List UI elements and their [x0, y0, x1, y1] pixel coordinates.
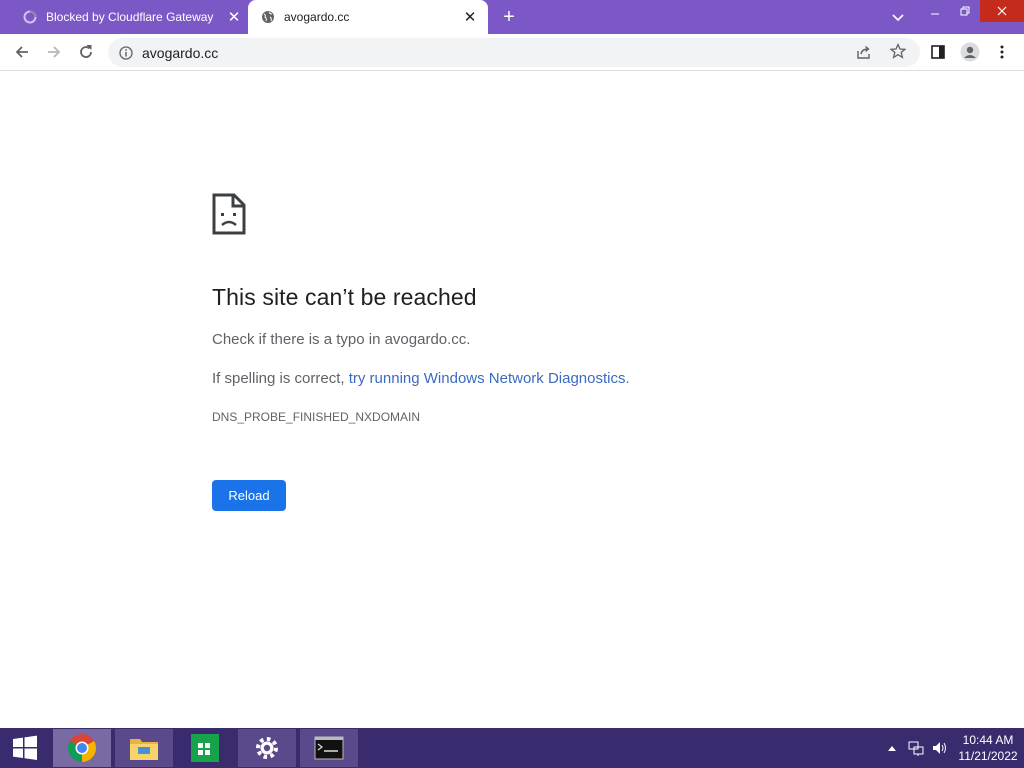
address-text: avogardo.cc: [142, 44, 219, 61]
window-controls: [920, 0, 1024, 24]
error-suggestion-diagnostics: If spelling is correct, try running Wind…: [212, 370, 630, 387]
back-arrow-icon[interactable]: [8, 38, 36, 66]
store-icon[interactable]: [176, 729, 234, 767]
address-bar[interactable]: avogardo.cc: [108, 38, 920, 67]
diagnostics-prefix: If spelling is correct,: [212, 370, 349, 387]
error-suggestion-typo: Check if there is a typo in avogardo.cc.: [212, 331, 471, 348]
tab-search-icon[interactable]: [888, 8, 908, 28]
minimize-icon[interactable]: [920, 0, 950, 22]
globe-icon: [260, 9, 276, 25]
try-running-link[interactable]: try running: [349, 370, 420, 387]
tab-title: Blocked by Cloudflare Gateway: [46, 10, 214, 24]
loading-spinner-icon: [22, 9, 38, 25]
error-page: This site can’t be reached Check if ther…: [0, 71, 1024, 728]
info-icon[interactable]: [118, 45, 134, 61]
close-tab-icon[interactable]: ✕: [460, 7, 480, 27]
close-tab-icon[interactable]: ✕: [224, 7, 244, 27]
tab-strip: Blocked by Cloudflare Gateway ✕ avogardo…: [0, 0, 1024, 34]
clock-time: 10:44 AM: [962, 733, 1014, 747]
reload-icon[interactable]: [72, 38, 100, 66]
tab-avogardo[interactable]: avogardo.cc ✕: [248, 0, 488, 34]
system-tray: 10:44 AM 11/21/2022: [880, 728, 1024, 768]
volume-icon[interactable]: [928, 728, 952, 768]
share-icon[interactable]: [856, 44, 874, 62]
taskbar: 10:44 AM 11/21/2022: [0, 728, 1024, 768]
file-explorer-icon[interactable]: [115, 729, 173, 767]
bookmark-star-icon[interactable]: [889, 42, 908, 61]
side-panel-icon[interactable]: [924, 38, 952, 66]
new-tab-button[interactable]: +: [498, 6, 520, 28]
settings-icon[interactable]: [238, 729, 296, 767]
clock-date: 11/21/2022: [958, 749, 1018, 763]
profile-avatar-icon[interactable]: [956, 38, 984, 66]
sad-document-icon: [212, 193, 246, 235]
windows-start-icon[interactable]: [0, 728, 50, 768]
network-icon[interactable]: [904, 728, 928, 768]
browser-toolbar: avogardo.cc: [0, 34, 1024, 71]
error-title: This site can’t be reached: [212, 284, 477, 310]
clock[interactable]: 10:44 AM 11/21/2022: [952, 728, 1024, 768]
tab-blocked[interactable]: Blocked by Cloudflare Gateway ✕: [8, 0, 248, 34]
chevron-up-icon[interactable]: [880, 728, 904, 768]
close-window-icon[interactable]: [980, 0, 1024, 22]
tab-title: avogardo.cc: [284, 10, 350, 24]
restore-icon[interactable]: [950, 0, 980, 22]
diagnostics-suffix: .: [625, 370, 630, 387]
forward-arrow-icon[interactable]: [40, 38, 68, 66]
kebab-menu-icon[interactable]: [988, 38, 1016, 66]
chrome-icon[interactable]: [53, 729, 111, 767]
error-code: DNS_PROBE_FINISHED_NXDOMAIN: [212, 410, 421, 424]
terminal-icon[interactable]: [300, 729, 358, 767]
screen: Blocked by Cloudflare Gateway ✕ avogardo…: [0, 0, 1024, 768]
reload-button[interactable]: Reload: [212, 480, 286, 511]
network-diagnostics-link[interactable]: Windows Network Diagnostics: [424, 370, 626, 387]
